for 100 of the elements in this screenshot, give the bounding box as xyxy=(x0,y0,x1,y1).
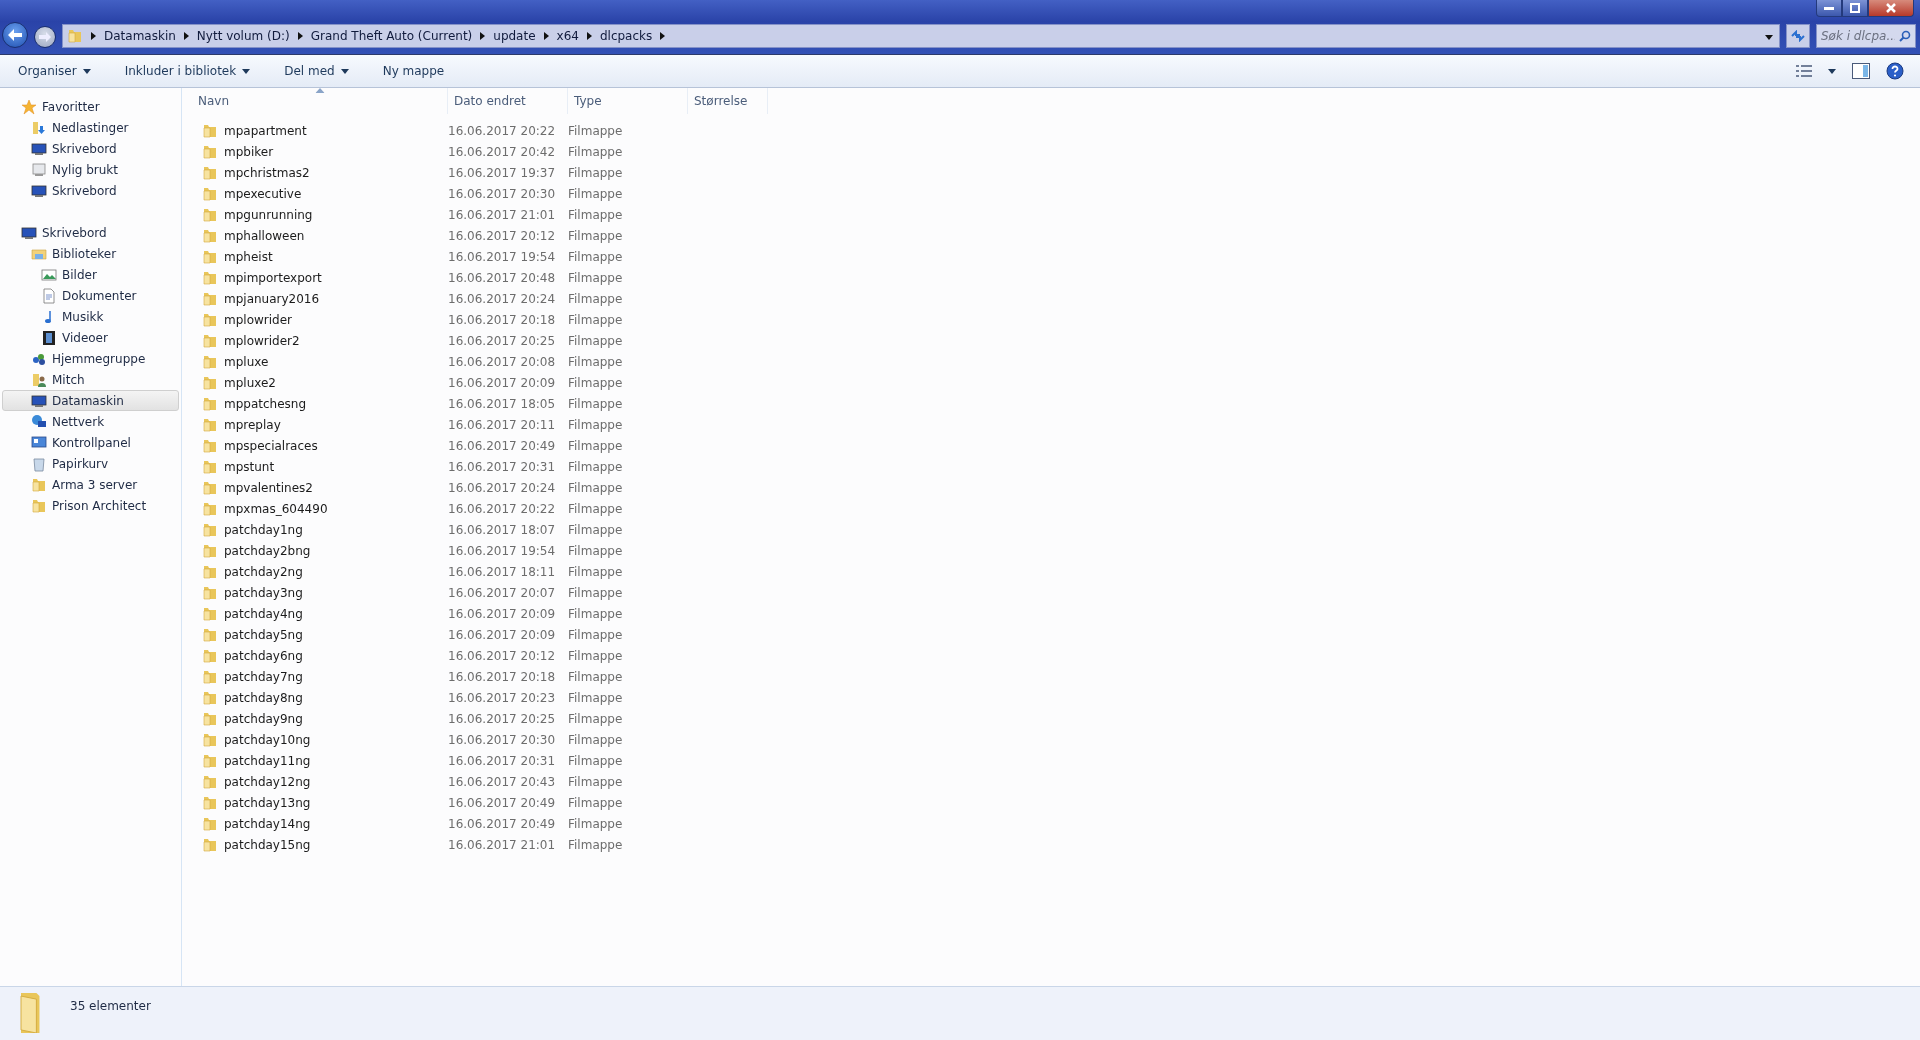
date-modified: 16.06.2017 20:11 xyxy=(448,417,557,432)
toolbar-button[interactable]: Ny mappe xyxy=(374,60,453,82)
file-name[interactable]: patchday8ng xyxy=(224,690,303,705)
breadcrumb[interactable]: x64 xyxy=(556,29,579,43)
file-name[interactable]: patchday12ng xyxy=(224,774,311,789)
date-modified: 16.06.2017 20:24 xyxy=(448,291,557,306)
file-name[interactable]: mplowrider xyxy=(224,312,292,327)
file-type: Filmappe xyxy=(568,291,623,306)
nav-pane-item[interactable]: Hjemmegruppe xyxy=(2,348,179,369)
date-modified: 16.06.2017 20:49 xyxy=(448,438,557,453)
file-name[interactable]: mpchristmas2 xyxy=(224,165,310,180)
column-header[interactable]: Dato endret xyxy=(448,88,568,114)
nav-pane-item[interactable]: Bilder xyxy=(2,264,179,285)
file-name[interactable]: patchday2bng xyxy=(224,543,311,558)
file-name[interactable]: mpluxe xyxy=(224,354,269,369)
file-name[interactable]: mpgunrunning xyxy=(224,207,313,222)
file-name[interactable]: mpxmas_604490 xyxy=(224,501,328,516)
file-name[interactable]: patchday11ng xyxy=(224,753,311,768)
address-bar[interactable]: Datamaskin Nytt volum (D:) Grand Theft Auto (Current) update x64 dlcpacks xyxy=(62,24,1780,48)
nav-pane-item[interactable]: Favoritter xyxy=(2,96,179,117)
file-name[interactable]: mplowrider2 xyxy=(224,333,300,348)
file-name[interactable]: patchday9ng xyxy=(224,711,303,726)
breadcrumb[interactable]: update xyxy=(493,29,536,43)
folder-icon xyxy=(202,353,218,370)
file-name[interactable]: patchday1ng xyxy=(224,522,303,537)
chevron-icon xyxy=(297,32,303,40)
file-name[interactable]: patchday15ng xyxy=(224,837,311,852)
date-modified: 16.06.2017 20:30 xyxy=(448,732,557,747)
file-type: Filmappe xyxy=(568,690,623,705)
nav-pane-item[interactable]: Mitch xyxy=(2,369,179,390)
nav-pane-item[interactable]: Nylig brukt xyxy=(2,159,179,180)
file-name[interactable]: mpjanuary2016 xyxy=(224,291,320,306)
file-name[interactable]: mpvalentines2 xyxy=(224,480,313,495)
folder-icon xyxy=(202,269,218,286)
file-name[interactable]: mphalloween xyxy=(224,228,305,243)
nav-pane-item[interactable]: Datamaskin xyxy=(2,390,179,411)
toolbar-button[interactable]: Inkluder i bibliotek xyxy=(116,60,259,82)
nav-pane-item[interactable]: Skrivebord xyxy=(2,222,179,243)
date-modified: 16.06.2017 20:09 xyxy=(448,627,557,642)
file-name[interactable]: mpheist xyxy=(224,249,273,264)
nav-pane-item[interactable]: Biblioteker xyxy=(2,243,179,264)
breadcrumb[interactable]: Datamaskin xyxy=(104,29,176,43)
breadcrumb[interactable]: Grand Theft Auto (Current) xyxy=(310,29,473,43)
folder-icon xyxy=(202,437,218,454)
file-name[interactable]: mpexecutive xyxy=(224,186,302,201)
nav-pane-item[interactable]: Nedlastinger xyxy=(2,117,179,138)
file-name[interactable]: patchday5ng xyxy=(224,627,303,642)
nav-pane-item[interactable]: Arma 3 server xyxy=(2,474,179,495)
refresh-button[interactable] xyxy=(1786,24,1810,48)
date-modified: 16.06.2017 20:25 xyxy=(448,333,557,348)
date-modified: 16.06.2017 19:54 xyxy=(448,543,557,558)
toolbar-button[interactable]: Del med xyxy=(276,60,357,82)
minimize-button[interactable] xyxy=(1816,0,1842,17)
nav-pane-item[interactable]: Kontrollpanel xyxy=(2,432,179,453)
folder-icon xyxy=(202,185,218,202)
file-name[interactable]: patchday10ng xyxy=(224,732,311,747)
file-name[interactable]: patchday7ng xyxy=(224,669,303,684)
toolbar-button[interactable]: Organiser xyxy=(10,60,99,82)
column-header[interactable]: Navn xyxy=(192,88,448,114)
file-type: Filmappe xyxy=(568,585,623,600)
close-button[interactable] xyxy=(1868,0,1914,17)
file-name[interactable]: patchday2ng xyxy=(224,564,303,579)
column-header[interactable]: Størrelse xyxy=(688,88,768,114)
folder-icon xyxy=(202,332,218,349)
file-name[interactable]: mppatchesng xyxy=(224,396,307,411)
file-name[interactable]: patchday3ng xyxy=(224,585,303,600)
nav-pane-item[interactable]: Skrivebord xyxy=(2,180,179,201)
file-type: Filmappe xyxy=(568,606,623,621)
folder-icon xyxy=(202,731,218,748)
nav-pane-item[interactable]: Skrivebord xyxy=(2,138,179,159)
caret-icon xyxy=(340,68,349,74)
nav-pane-item[interactable]: Prison Architect xyxy=(2,495,179,516)
file-name[interactable]: mpreplay xyxy=(224,417,281,432)
file-name[interactable]: mpbiker xyxy=(224,144,274,159)
file-name[interactable]: mpstunt xyxy=(224,459,275,474)
folder-icon xyxy=(202,311,218,328)
nav-pane-item[interactable]: Papirkurv xyxy=(2,453,179,474)
file-name[interactable]: mpluxe2 xyxy=(224,375,276,390)
file-name[interactable]: patchday14ng xyxy=(224,816,311,831)
nav-pane-item[interactable]: Musikk xyxy=(2,306,179,327)
date-modified: 16.06.2017 21:01 xyxy=(448,207,557,222)
chevron-icon xyxy=(660,32,666,40)
nav-pane-item[interactable]: Nettverk xyxy=(2,411,179,432)
file-type: Filmappe xyxy=(568,459,623,474)
file-name[interactable]: mpapartment xyxy=(224,123,307,138)
file-name[interactable]: patchday4ng xyxy=(224,606,303,621)
nav-pane-item[interactable]: Videoer xyxy=(2,327,179,348)
file-name[interactable]: mpimportexport xyxy=(224,270,322,285)
back-button[interactable] xyxy=(2,22,28,48)
date-modified: 16.06.2017 20:22 xyxy=(448,501,557,516)
file-name[interactable]: patchday6ng xyxy=(224,648,303,663)
column-header[interactable]: Type xyxy=(568,88,688,114)
folder-icon xyxy=(202,773,218,790)
breadcrumb[interactable]: dlcpacks xyxy=(599,29,653,43)
forward-button[interactable] xyxy=(34,26,56,48)
breadcrumb[interactable]: Nytt volum (D:) xyxy=(196,29,290,43)
nav-pane-item[interactable]: Dokumenter xyxy=(2,285,179,306)
file-name[interactable]: patchday13ng xyxy=(224,795,311,810)
maximize-button[interactable] xyxy=(1842,0,1868,17)
file-name[interactable]: mpspecialraces xyxy=(224,438,318,453)
